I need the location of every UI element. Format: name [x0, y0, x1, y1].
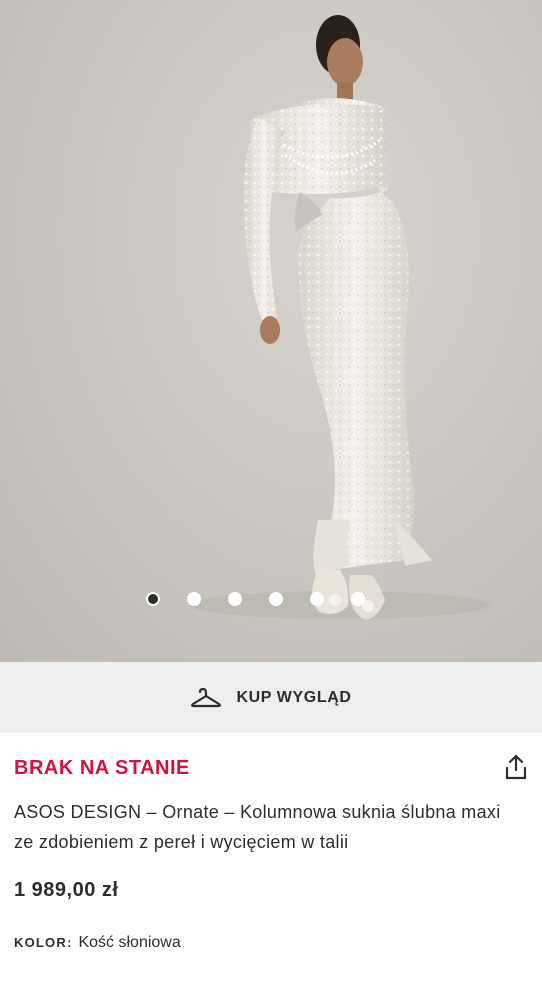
- gallery-dot-3[interactable]: [227, 592, 242, 606]
- color-value: Kość słoniowa: [78, 934, 181, 951]
- product-image-gallery[interactable]: [0, 0, 542, 662]
- stock-status: BRAK NA STANIE: [14, 757, 190, 779]
- product-info: BRAK NA STANIE ASOS DESIGN – Ornate – Ko…: [14, 733, 528, 952]
- product-title: ASOS DESIGN – Ornate – Kolumnowa suknia …: [14, 802, 501, 852]
- gallery-pagination: [0, 592, 542, 610]
- shop-the-look-button[interactable]: KUP WYGLĄD: [0, 662, 542, 733]
- gallery-dot-5[interactable]: [309, 592, 324, 606]
- share-icon[interactable]: [504, 753, 528, 781]
- product-photo: [190, 15, 490, 620]
- gallery-dot-6[interactable]: [350, 592, 365, 606]
- product-price: 1 989,00 zł: [14, 879, 119, 901]
- color-label: KOLOR:: [14, 935, 73, 950]
- gallery-dot-2[interactable]: [186, 592, 201, 606]
- gallery-dot-1[interactable]: [145, 592, 160, 606]
- shop-the-look-label: KUP WYGLĄD: [236, 688, 352, 706]
- hanger-icon: [191, 687, 222, 707]
- gallery-dot-4[interactable]: [268, 592, 283, 606]
- color-info: KOLOR: Kość słoniowa: [14, 934, 528, 952]
